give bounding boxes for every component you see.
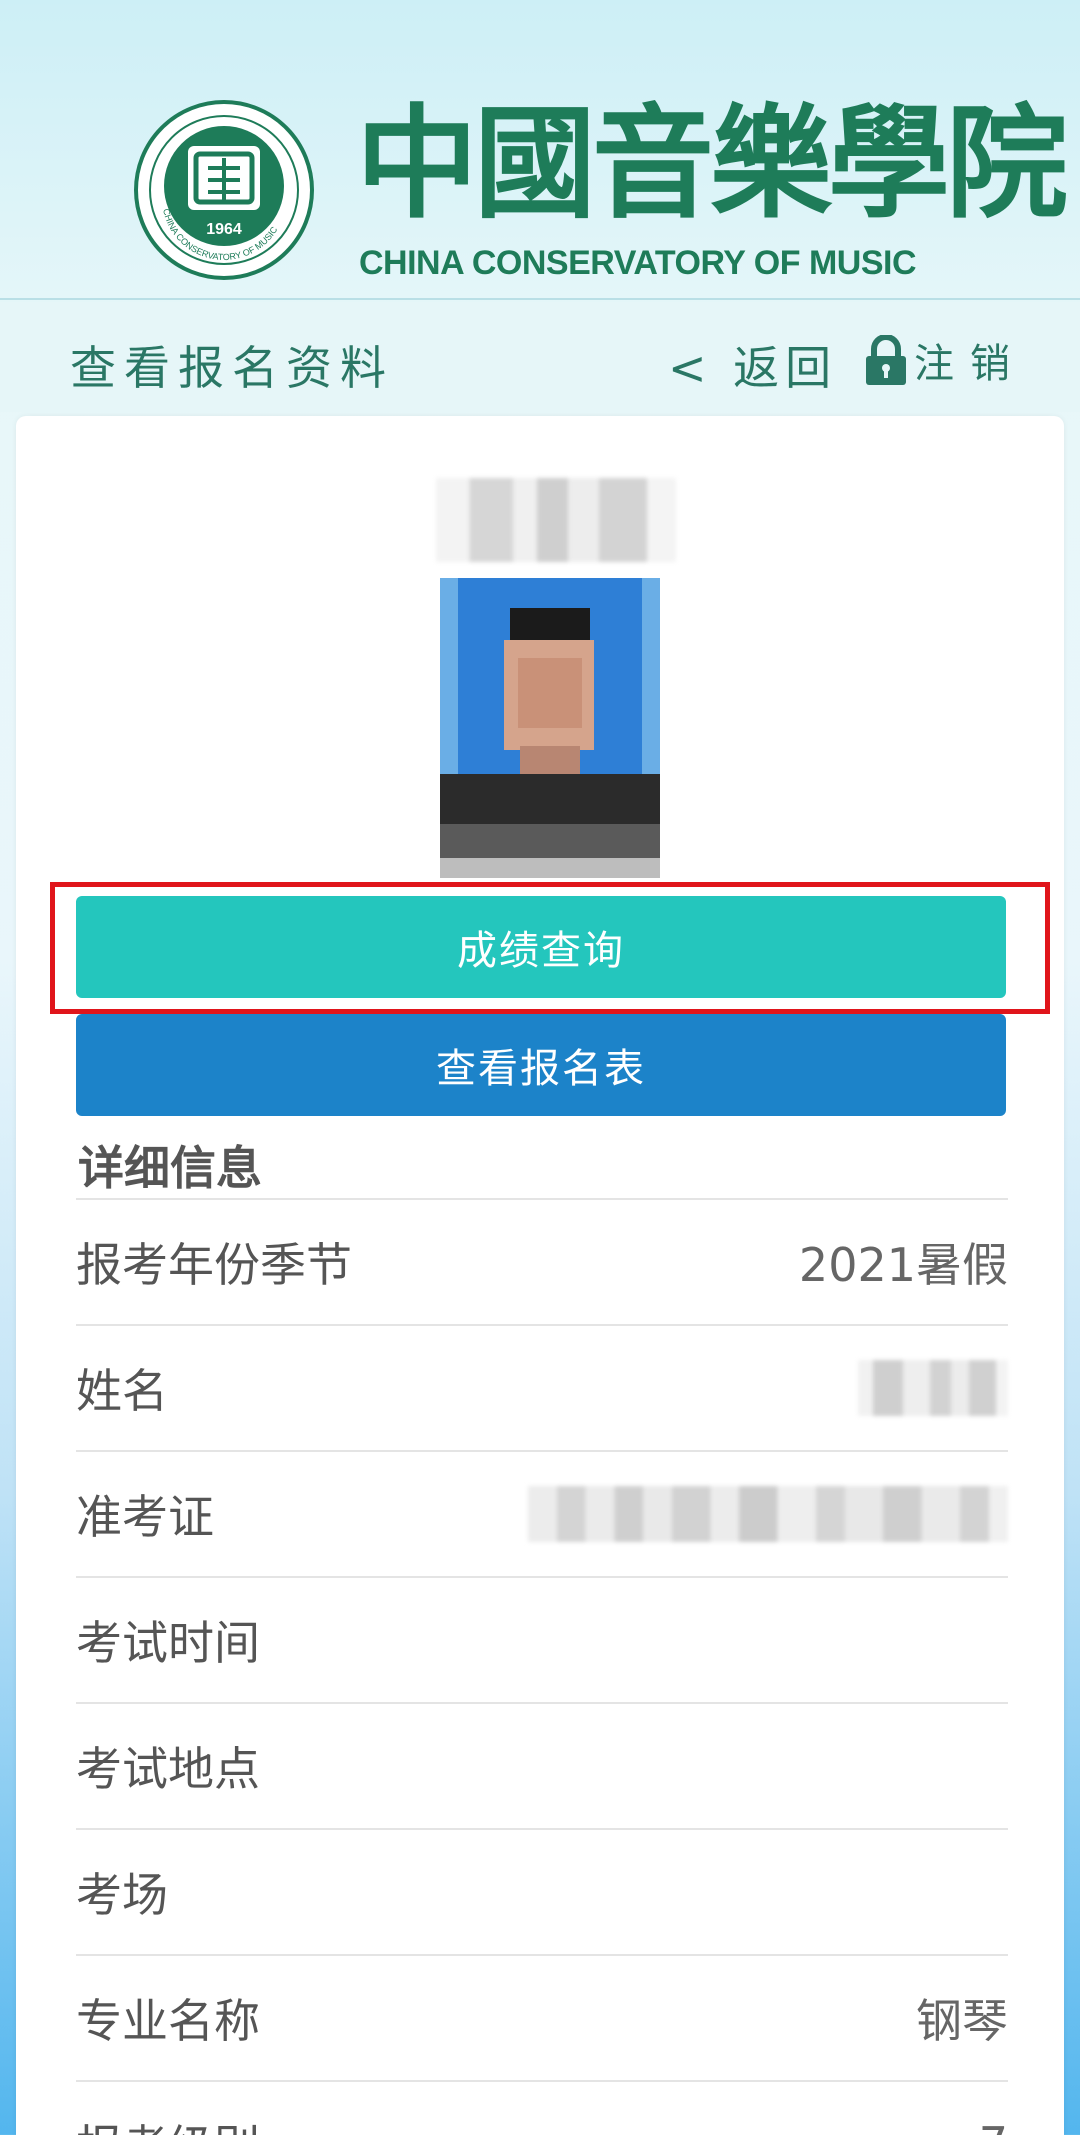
school-seal-logo: 1964 CHINA CONSERVATORY OF MUSIC: [134, 100, 314, 280]
detail-row-exam-time: 考试时间: [76, 1576, 1008, 1702]
detail-row-exam-room: 考场: [76, 1828, 1008, 1954]
detail-row-major: 专业名称 钢琴: [76, 1954, 1008, 2080]
profile-card: 成绩查询 查看报名表 详细信息 报考年份季节 2021暑假 姓名 准考证 考试时…: [16, 416, 1064, 2135]
detail-label: 考场: [76, 1868, 168, 1922]
detail-label: 考试地点: [76, 1742, 260, 1796]
detail-value: 7: [979, 2117, 1008, 2135]
detail-value: 钢琴: [916, 1994, 1008, 2048]
detail-label: 报考年份季节: [76, 1238, 352, 1292]
detail-row-level: 报考级别 7: [76, 2080, 1008, 2135]
logout-label: 注销: [914, 341, 1026, 387]
detail-row-name: 姓名: [76, 1324, 1008, 1450]
detail-label: 专业名称: [76, 1994, 260, 2048]
brand-name-chinese: 中國音樂學院: [356, 91, 1068, 235]
detail-row-admission-ticket: 准考证: [76, 1450, 1008, 1576]
detail-label: 考试时间: [76, 1616, 260, 1670]
back-link[interactable]: < 返回: [668, 332, 837, 398]
page-title: 查看报名资料: [70, 341, 394, 395]
lock-icon: [866, 335, 906, 385]
svg-text:1964: 1964: [206, 221, 242, 238]
detail-row-exam-location: 考试地点: [76, 1702, 1008, 1828]
logout-link[interactable]: 注销: [864, 330, 1026, 390]
detail-label: 准考证: [76, 1490, 214, 1544]
site-header: 1964 CHINA CONSERVATORY OF MUSIC 中國音樂學院 …: [0, 0, 1080, 300]
applicant-name-redacted: [436, 478, 676, 562]
detail-label: 姓名: [76, 1364, 168, 1418]
redacted-ticket-value: [528, 1486, 1008, 1542]
detail-row-season: 报考年份季节 2021暑假: [76, 1198, 1008, 1324]
detail-value: 2021暑假: [798, 1238, 1008, 1292]
redacted-name-value: [858, 1360, 1008, 1416]
brand-name-english: CHINA CONSERVATORY OF MUSIC: [359, 244, 917, 282]
view-registration-form-button[interactable]: 查看报名表: [76, 1014, 1006, 1116]
score-query-button[interactable]: 成绩查询: [76, 896, 1006, 998]
nav-bar: 查看报名资料 < 返回 注销: [0, 302, 1080, 412]
detail-label: 报考级别: [76, 2111, 260, 2135]
details-list: 报考年份季节 2021暑假 姓名 准考证 考试时间 考试地点 考场 专业名称 钢…: [76, 1198, 1008, 2135]
details-section-title: 详细信息: [78, 1141, 262, 1195]
applicant-photo: [440, 578, 660, 878]
